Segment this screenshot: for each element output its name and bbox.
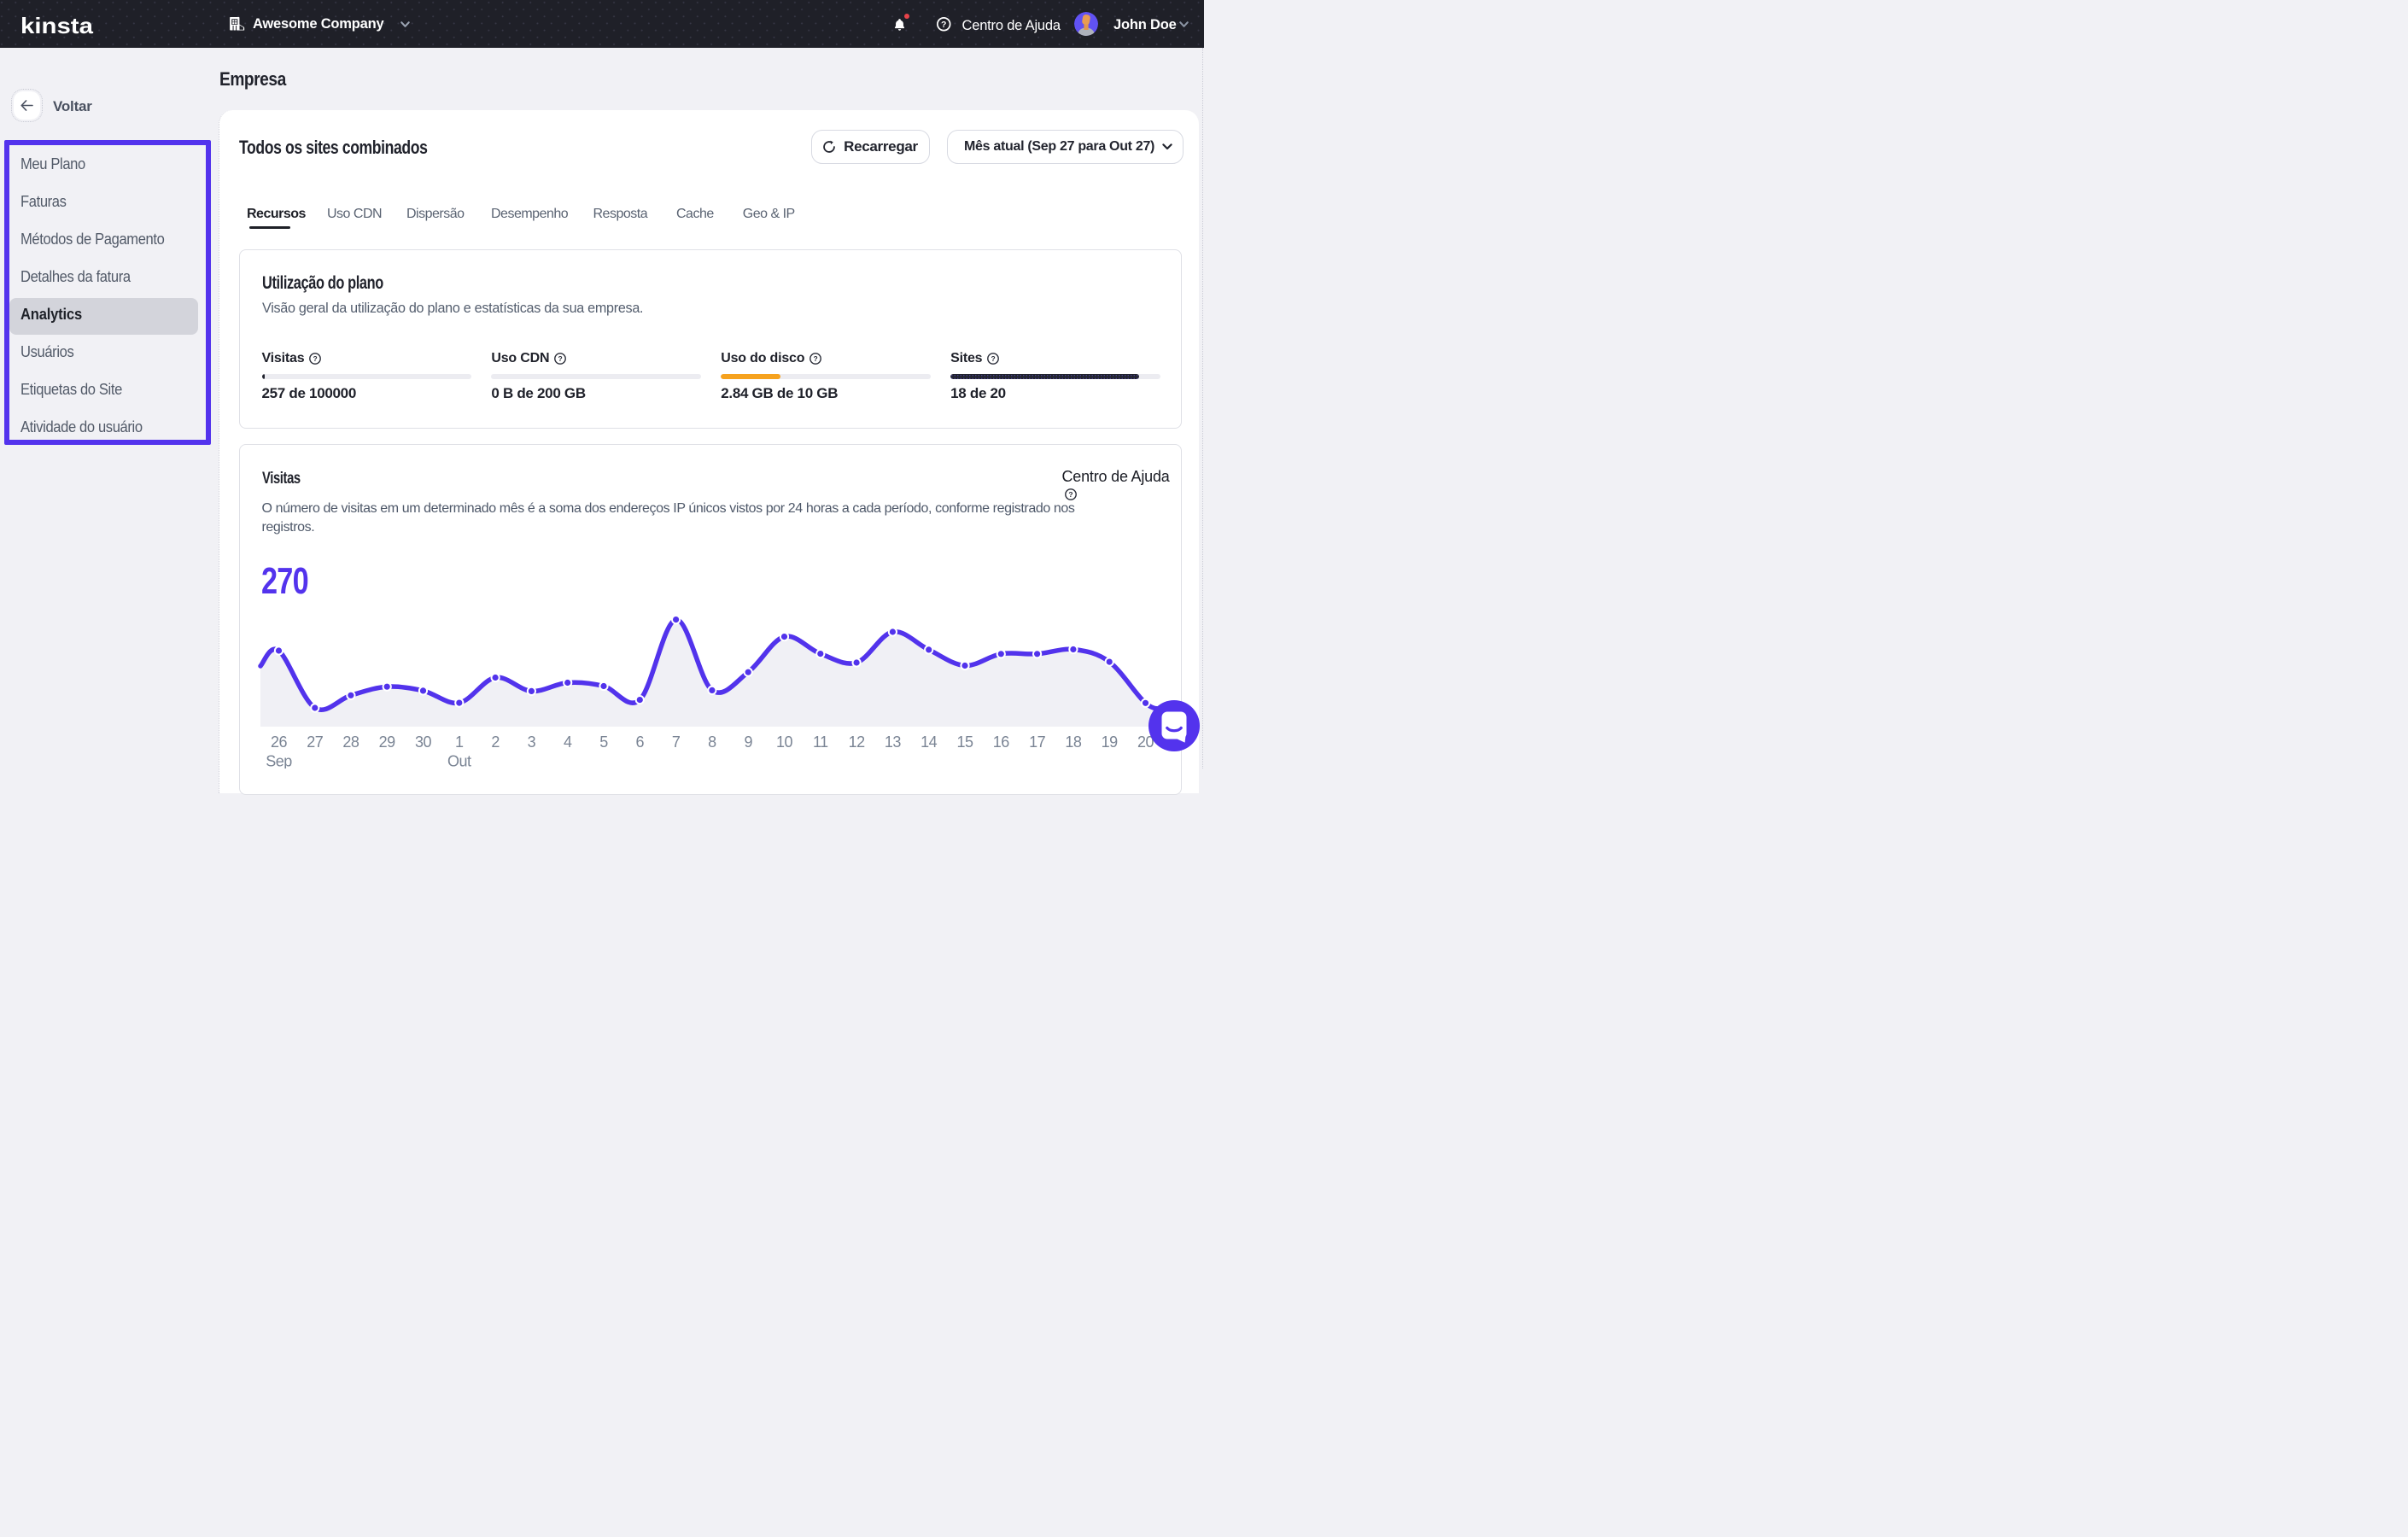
svg-text:1: 1 <box>455 733 464 751</box>
svg-text:30: 30 <box>415 733 432 751</box>
svg-text:5: 5 <box>599 733 608 751</box>
svg-text:?: ? <box>814 354 818 363</box>
svg-text:7: 7 <box>672 733 681 751</box>
svg-text:?: ? <box>558 354 563 363</box>
svg-text:Sep: Sep <box>266 753 292 769</box>
svg-text:13: 13 <box>885 733 902 751</box>
svg-text:26: 26 <box>271 733 288 751</box>
svg-text:14: 14 <box>921 733 938 751</box>
svg-text:2: 2 <box>491 733 500 751</box>
svg-text:?: ? <box>991 354 996 363</box>
svg-text:12: 12 <box>849 733 866 751</box>
svg-text:Out: Out <box>447 753 471 769</box>
svg-text:10: 10 <box>776 733 793 751</box>
svg-text:?: ? <box>313 354 318 363</box>
svg-text:?: ? <box>941 20 946 30</box>
svg-text:16: 16 <box>993 733 1010 751</box>
svg-text:11: 11 <box>813 733 828 751</box>
svg-text:18: 18 <box>1065 733 1082 751</box>
svg-text:8: 8 <box>708 733 716 751</box>
svg-text:6: 6 <box>636 733 645 751</box>
svg-text:4: 4 <box>564 733 572 751</box>
svg-text:17: 17 <box>1029 733 1046 751</box>
svg-text:19: 19 <box>1102 733 1119 751</box>
svg-text:28: 28 <box>342 733 359 751</box>
svg-text:29: 29 <box>379 733 396 751</box>
svg-text:?: ? <box>1068 490 1072 499</box>
svg-text:15: 15 <box>956 733 973 751</box>
svg-text:3: 3 <box>528 733 536 751</box>
svg-text:9: 9 <box>744 733 752 751</box>
svg-text:27: 27 <box>307 733 324 751</box>
